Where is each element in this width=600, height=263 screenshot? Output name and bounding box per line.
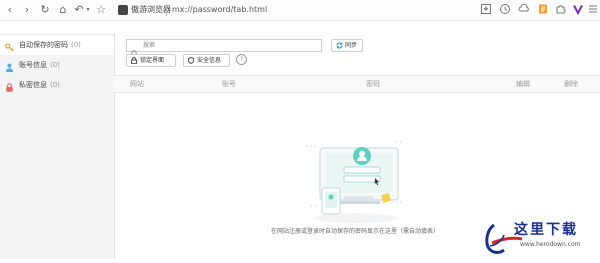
sync-icon	[336, 42, 343, 49]
sidebar-item-label: 私密信息	[19, 81, 47, 89]
column-delete: 删除	[564, 80, 578, 88]
vivaldi-icon[interactable]	[571, 3, 585, 17]
sidebar-item-count: (0)	[50, 61, 60, 69]
address-bar[interactable]: mx://password/tab.html	[172, 3, 267, 17]
sidebar-item-account-info[interactable]: 账号信息 (0)	[0, 56, 114, 75]
save-icon[interactable]	[479, 3, 493, 17]
browser-toolbar: ‹ › ↻ ⌂ ↶ ▾ ☆ 傲游浏览器 mx://password/tab.ht…	[0, 0, 600, 21]
bookmark-star-button[interactable]: ☆	[95, 3, 107, 17]
sidebar-item-saved-passwords[interactable]: 自动保存的密码 (0)	[0, 36, 114, 55]
search-input[interactable]: 搜索	[126, 39, 322, 57]
watermark-text: 这里下载	[514, 222, 578, 238]
undo-dropdown-icon[interactable]: ▾	[85, 3, 91, 17]
sidebar-item-private-info[interactable]: 私密信息 (0)	[0, 76, 114, 95]
column-edit: 编辑	[516, 80, 530, 88]
security-info-label: 安全信息	[197, 57, 222, 64]
lock-page-button[interactable]: 锁定界面	[126, 54, 176, 67]
column-password: 密码	[366, 80, 380, 88]
address-divider	[166, 4, 167, 16]
cloud-icon[interactable]	[517, 3, 531, 17]
sidebar-item-count: (0)	[50, 81, 60, 89]
lock-page-label: 锁定界面	[140, 57, 165, 64]
note-icon[interactable]	[536, 3, 550, 17]
column-account: 账号	[222, 80, 236, 88]
person-icon	[5, 61, 14, 72]
forward-button[interactable]: ›	[22, 3, 32, 17]
sidebar: 自动保存的密码 (0) 账号信息 (0) 私密信息 (0)	[0, 33, 115, 259]
search-placeholder: 搜索	[143, 42, 156, 49]
empty-state-illustration	[300, 136, 410, 226]
puzzle-icon[interactable]	[554, 3, 568, 17]
reload-button[interactable]: ↻	[39, 3, 51, 17]
help-icon[interactable]: ?	[236, 54, 247, 65]
empty-state-message: 在网站注册或登录时自动保存的密码显示在这里（需自动填表）	[271, 228, 440, 235]
browser-logo-icon	[118, 5, 128, 15]
menu-icon[interactable]	[588, 3, 598, 17]
search-icon	[131, 42, 138, 57]
lock-icon	[5, 81, 14, 92]
home-button[interactable]: ⌂	[57, 3, 69, 17]
sidebar-item-label: 自动保存的密码	[19, 41, 68, 49]
password-table-header: 网站 账号 密码 编辑 删除	[114, 75, 600, 93]
sidebar-item-count: (0)	[71, 41, 81, 49]
watermark-url: www.herodown.com	[520, 241, 581, 248]
padlock-icon	[131, 57, 137, 65]
security-info-button[interactable]: 安全信息	[183, 54, 230, 67]
back-button[interactable]: ‹	[5, 3, 15, 17]
site-name: 傲游浏览器	[131, 5, 171, 14]
key-icon	[5, 41, 14, 52]
sync-button[interactable]: 同步	[331, 39, 363, 52]
history-icon[interactable]	[498, 3, 512, 17]
shield-icon	[188, 56, 194, 65]
column-website: 网站	[130, 80, 144, 88]
sidebar-item-label: 账号信息	[19, 61, 47, 69]
undo-button[interactable]: ↶	[74, 3, 84, 17]
sync-label: 同步	[345, 42, 358, 49]
